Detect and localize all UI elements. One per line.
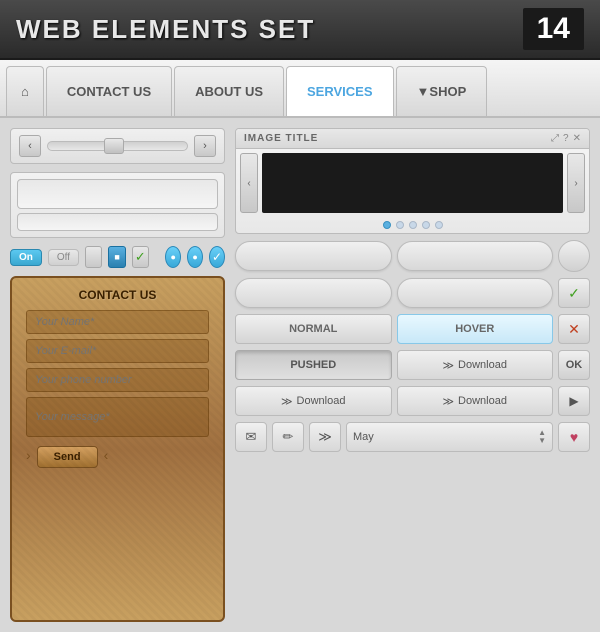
btn-long-4[interactable]: [397, 278, 554, 308]
image-widget-title: IMAGE TITLE: [244, 133, 318, 144]
small-check-btn[interactable]: ✓: [132, 246, 149, 268]
text-input-1[interactable]: [17, 179, 218, 209]
home-icon: ⌂: [21, 84, 29, 99]
slider-prev[interactable]: ‹: [19, 135, 41, 157]
text-area-display: [17, 213, 218, 231]
buttons-row-5: ≫ Download ≫ Download ▶: [235, 386, 590, 416]
contact-form: CONTACT US › Send ‹: [10, 276, 225, 622]
slider-track[interactable]: [47, 141, 188, 151]
send-arrow-icon-right: ‹: [104, 447, 109, 463]
dot-3[interactable]: [409, 221, 417, 229]
header-number: 14: [523, 8, 584, 50]
download-icon-3: ≫: [443, 395, 455, 408]
download-button-1[interactable]: ≫ Download: [397, 350, 554, 380]
send-arrow-icon: ›: [26, 447, 31, 463]
normal-button[interactable]: NORMAL: [235, 314, 392, 344]
checkmark-button[interactable]: ✓: [558, 278, 590, 308]
navigation: ⌂ CONTACT US ABOUT US SERVICES ▼ SHOP: [0, 60, 600, 118]
nav-contact[interactable]: CONTACT US: [46, 66, 172, 116]
buttons-row-1: [235, 240, 590, 272]
right-panel: IMAGE TITLE ⤢ ? ✕ ‹ ›: [235, 128, 590, 622]
shop-arrow-icon: ▼: [417, 84, 430, 99]
btn-long-2[interactable]: [397, 241, 554, 271]
download-icon-1: ≫: [443, 359, 455, 372]
nav-about[interactable]: ABOUT US: [174, 66, 284, 116]
hover-button[interactable]: HOVER: [397, 314, 554, 344]
inputs-box: [10, 172, 225, 238]
heart-button[interactable]: ♥: [558, 422, 590, 452]
dot-4[interactable]: [422, 221, 430, 229]
pushed-button[interactable]: PUSHED: [235, 350, 392, 380]
send-button[interactable]: Send: [37, 446, 98, 468]
slider-next[interactable]: ›: [194, 135, 216, 157]
resize-icon[interactable]: ⤢: [551, 133, 559, 144]
select-arrows: ▲ ▼: [538, 429, 546, 445]
btn-long-1[interactable]: [235, 241, 392, 271]
header-title: WEB ELEMENTS SET: [16, 14, 315, 45]
download-icon-2: ≫: [281, 395, 293, 408]
small-square-btn-1[interactable]: [85, 246, 102, 268]
image-widget: IMAGE TITLE ⤢ ? ✕ ‹ ›: [235, 128, 590, 234]
contact-message-input[interactable]: [26, 397, 209, 437]
dot-1[interactable]: [383, 221, 391, 229]
nav-shop[interactable]: ▼ SHOP: [396, 66, 488, 116]
bottom-row: ✉ ✏ ≫ May ▲ ▼ ♥: [235, 422, 590, 452]
dot-5[interactable]: [435, 221, 443, 229]
buttons-row-4: PUSHED ≫ Download OK: [235, 350, 590, 380]
image-prev-button[interactable]: ‹: [240, 153, 258, 213]
left-panel: ‹ › On Off ■ ✓ ● ● ✓: [10, 128, 225, 622]
image-widget-header: IMAGE TITLE ⤢ ? ✕: [236, 129, 589, 149]
main-content: ‹ › On Off ■ ✓ ● ● ✓: [0, 118, 600, 632]
widget-controls: ⤢ ? ✕: [551, 133, 581, 144]
small-blue-circle-2[interactable]: ●: [187, 246, 203, 268]
toggle-on-button[interactable]: On: [10, 249, 42, 266]
small-square-btn-2[interactable]: ■: [108, 246, 125, 268]
small-blue-circle-1[interactable]: ●: [165, 246, 181, 268]
nav-home[interactable]: ⌂: [6, 66, 44, 116]
contact-form-title: CONTACT US: [26, 288, 209, 302]
close-button[interactable]: ✕: [558, 314, 590, 344]
dot-2[interactable]: [396, 221, 404, 229]
small-blue-check[interactable]: ✓: [209, 246, 225, 268]
ok-button[interactable]: OK: [558, 350, 590, 380]
toggle-off-button[interactable]: Off: [48, 249, 79, 266]
contact-name-input[interactable]: [26, 310, 209, 334]
toggle-row: On Off ■ ✓ ● ● ✓: [10, 246, 225, 268]
buttons-row-2: ✓: [235, 278, 590, 308]
send-row: › Send ‹: [26, 442, 209, 468]
header: WEB ELEMENTS SET 14: [0, 0, 600, 60]
image-slider-area: ‹ ›: [236, 149, 589, 217]
nav-services[interactable]: SERVICES: [286, 66, 394, 116]
download-button-3[interactable]: ≫ Download: [397, 386, 554, 416]
download-button-2[interactable]: ≫ Download: [235, 386, 392, 416]
contact-email-input[interactable]: [26, 339, 209, 363]
btn-long-3[interactable]: [235, 278, 392, 308]
image-dots: [236, 217, 589, 233]
image-next-button[interactable]: ›: [567, 153, 585, 213]
buttons-row-3: NORMAL HOVER ✕: [235, 314, 590, 344]
close-icon[interactable]: ✕: [573, 133, 581, 144]
email-icon-button[interactable]: ✉: [235, 422, 267, 452]
slider-container: ‹ ›: [10, 128, 225, 164]
contact-phone-input[interactable]: [26, 368, 209, 392]
btn-round-1[interactable]: [558, 240, 590, 272]
month-select[interactable]: May ▲ ▼: [346, 422, 553, 452]
help-icon[interactable]: ?: [563, 133, 569, 144]
edit-icon-button[interactable]: ✏: [272, 422, 304, 452]
arrow-right-button[interactable]: ▶: [558, 386, 590, 416]
chevron-down-button[interactable]: ≫: [309, 422, 341, 452]
image-display: [262, 153, 563, 213]
slider-thumb[interactable]: [104, 138, 124, 154]
